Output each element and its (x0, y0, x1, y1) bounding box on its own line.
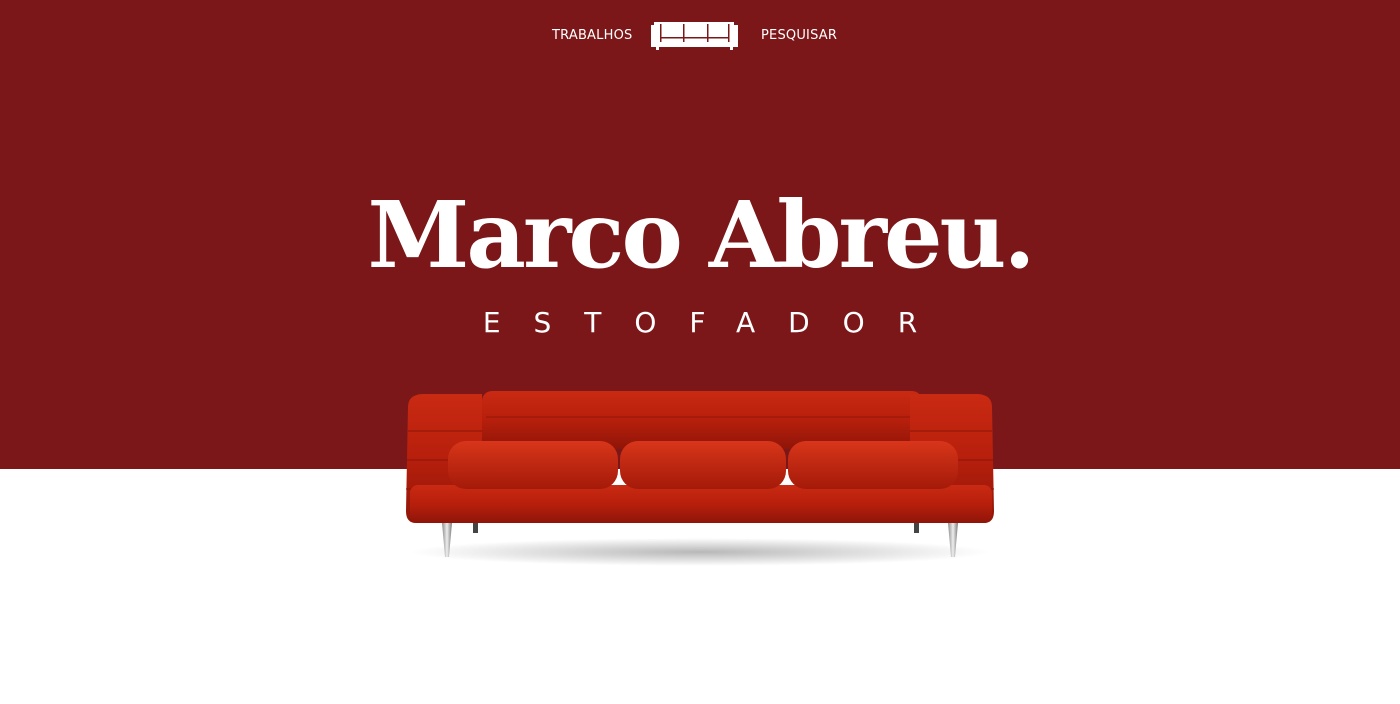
page-title: Marco Abreu. (367, 181, 1036, 289)
logo-link[interactable] (650, 20, 740, 52)
top-navigation: TRABALHOS PESQUISAR (0, 20, 1400, 52)
sofa-image (390, 385, 1010, 575)
nav-link-pesquisar[interactable]: PESQUISAR (761, 28, 837, 43)
sofa-logo-icon (651, 22, 738, 50)
nav-link-trabalhos[interactable]: TRABALHOS (552, 28, 632, 43)
page-subtitle: ESTOFADOR (482, 306, 951, 339)
